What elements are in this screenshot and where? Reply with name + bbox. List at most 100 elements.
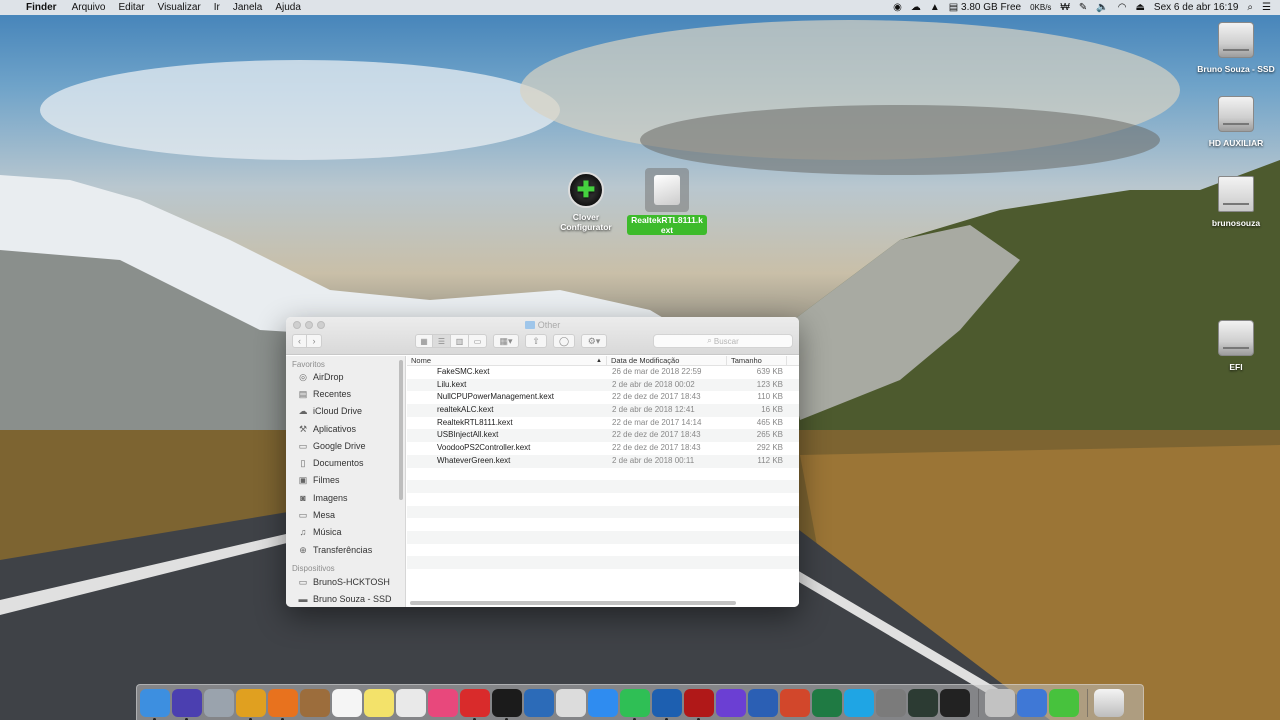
- share-button[interactable]: ⇧: [525, 334, 547, 348]
- menu-arquivo[interactable]: Arquivo: [72, 2, 106, 13]
- file-row-nullcpu[interactable]: NullCPUPowerManagement.kext 22 de dez de …: [407, 391, 799, 404]
- forward-button[interactable]: ›: [307, 334, 322, 348]
- notes-book-icon[interactable]: [300, 688, 330, 717]
- sidebar-item-aplicativos[interactable]: ⚒ Aplicativos: [286, 420, 405, 437]
- file-row-usbinjectall[interactable]: USBInjectAll.kext 22 de dez de 2017 18:43…: [407, 429, 799, 443]
- record-icon[interactable]: ◉: [893, 2, 902, 13]
- sidebar-item-icloud-drive[interactable]: ☁ iCloud Drive: [286, 403, 405, 420]
- gallery-view-button[interactable]: ▭: [469, 334, 487, 348]
- launchpad-icon[interactable]: [204, 688, 234, 717]
- file-row-fakesmc[interactable]: FakeSMC.kext 26 de mar de 2018 22:59 639 K…: [407, 366, 799, 379]
- audio-app-icon[interactable]: [524, 688, 554, 717]
- action-menu-button[interactable]: ⚙▾: [581, 334, 607, 348]
- sidebar-item-google-drive[interactable]: ▭ Google Drive: [286, 437, 405, 454]
- powerpoint-icon[interactable]: [780, 688, 810, 717]
- photos-icon[interactable]: [396, 688, 426, 717]
- file-row-realtekalc[interactable]: realtekALC.kext 2 de abr de 2018 12:41 16 …: [407, 404, 799, 417]
- clock[interactable]: Sex 6 de abr 16:19: [1154, 2, 1239, 13]
- sidebar-scrollbar[interactable]: [399, 360, 403, 500]
- column-header-size[interactable]: Tamanho: [727, 356, 787, 366]
- sidebar-item-recentes[interactable]: ▤ Recentes: [286, 385, 405, 402]
- column-header-date[interactable]: Data de Modificação: [607, 356, 727, 366]
- desktop-icon-clover-configurator[interactable]: Clover Configurator: [548, 172, 624, 232]
- desktop-icon-home[interactable]: brunosouza: [1191, 176, 1280, 228]
- scrobbler-icon[interactable]: [460, 688, 490, 720]
- firefox-icon[interactable]: [268, 688, 298, 720]
- disk-status-icon: ▤: [948, 2, 959, 13]
- menu-visualizar[interactable]: Visualizar: [158, 2, 201, 13]
- wifi-icon[interactable]: ◠: [1118, 2, 1127, 13]
- file-row-realtekrtl8111[interactable]: RealtekRTL8111.kext 22 de mar de 2017 14:…: [407, 417, 799, 430]
- sidebar-item-filmes[interactable]: ▣ Filmes: [286, 472, 405, 489]
- sidebar-item-computer[interactable]: ▭ BrunoS-HCKTOSH: [286, 573, 405, 590]
- desktop-icon-ssd[interactable]: Bruno Souza - SSD: [1191, 22, 1280, 74]
- google-drive-status-icon[interactable]: ▲: [930, 2, 940, 13]
- terminal-icon[interactable]: [940, 688, 970, 717]
- disk-utility-icon[interactable]: [985, 688, 1015, 717]
- sidebar-item-transferencias[interactable]: ⊕ Transferências: [286, 541, 405, 558]
- teamviewer-icon[interactable]: [652, 688, 682, 720]
- group-by-button[interactable]: ▦▾: [493, 334, 519, 348]
- scripting-icon[interactable]: ✎: [1079, 2, 1087, 13]
- column-view-button[interactable]: ▥: [451, 334, 469, 348]
- list-view-button[interactable]: ☰: [433, 334, 451, 348]
- clover-icon[interactable]: [1049, 688, 1079, 717]
- tags-button[interactable]: ◯: [553, 334, 575, 348]
- itunes-icon[interactable]: [428, 688, 458, 717]
- finder-icon[interactable]: [140, 688, 170, 720]
- excel-icon[interactable]: [812, 688, 842, 717]
- menu-editar[interactable]: Editar: [118, 2, 144, 13]
- menu-janela[interactable]: Janela: [233, 2, 262, 13]
- app-menu-finder[interactable]: Finder: [26, 2, 57, 13]
- desktop-icon-realtek-kext[interactable]: RealtekRTL8111.kext: [626, 168, 708, 236]
- sidebar-item-musica[interactable]: ♫ Música: [286, 524, 405, 541]
- menu-ir[interactable]: Ir: [214, 2, 220, 13]
- imovie-star-icon[interactable]: [716, 688, 746, 717]
- calendar-icon[interactable]: [332, 688, 362, 717]
- sidebar-item-airdrop[interactable]: ◎ AirDrop: [286, 368, 405, 385]
- spotlight-search-icon[interactable]: ⌕: [1247, 2, 1253, 13]
- siri-icon[interactable]: [172, 688, 202, 720]
- finder-window[interactable]: Other ‹ › ▦ ☰ ▥ ▭ ▦▾ ⇧ ◯ ⚙▾ ⌕ Buscar Fav…: [286, 317, 799, 607]
- empty-row: [407, 556, 799, 569]
- app-store-icon[interactable]: [588, 688, 618, 717]
- whatsapp-icon[interactable]: [620, 688, 650, 720]
- menu-ajuda[interactable]: Ajuda: [275, 2, 301, 13]
- icon-view-button[interactable]: ▦: [415, 334, 433, 348]
- file-row-lilu[interactable]: Lilu.kext 2 de abr de 2018 00:02 123 KB: [407, 378, 799, 392]
- title-bar[interactable]: Other ‹ › ▦ ☰ ▥ ▭ ▦▾ ⇧ ◯ ⚙▾ ⌕ Buscar: [286, 317, 799, 355]
- desktop-icon-hd-auxiliar[interactable]: HD AUXILIAR: [1191, 96, 1280, 148]
- game-icon[interactable]: [684, 688, 714, 720]
- column-header-name[interactable]: Nome ▲: [407, 356, 607, 366]
- sidebar-item-documentos[interactable]: ▯ Documentos: [286, 454, 405, 471]
- sidebar-item-ssd[interactable]: ▬ Bruno Souza - SSD: [286, 591, 405, 607]
- disk-free-status[interactable]: ▤ 3.80 GB Free: [949, 2, 1021, 13]
- notification-center-icon[interactable]: ☰: [1262, 2, 1271, 13]
- hard-drive-icon: [1218, 22, 1254, 58]
- file-row-whatevergreen[interactable]: WhateverGreen.kext 2 de abr de 2018 00:11…: [407, 454, 799, 468]
- system-preferences-icon[interactable]: [876, 688, 906, 717]
- back-button[interactable]: ‹: [292, 334, 307, 348]
- eject-icon[interactable]: ⏏: [1135, 2, 1144, 13]
- sidebar-item-imagens[interactable]: ◙ Imagens: [286, 489, 405, 506]
- desktop-icon-efi[interactable]: EFI: [1191, 320, 1280, 372]
- window-title: Other: [286, 320, 799, 330]
- cloud-sync-icon[interactable]: ☁: [911, 2, 921, 13]
- virtualbox-icon[interactable]: [556, 688, 586, 717]
- skype-icon[interactable]: [844, 688, 874, 717]
- activity-icon[interactable]: [492, 688, 522, 720]
- dock: [136, 684, 1144, 720]
- search-field[interactable]: ⌕ Buscar: [653, 334, 793, 348]
- downloads-app-icon[interactable]: [1017, 688, 1047, 717]
- chrome-icon[interactable]: [236, 688, 266, 720]
- input-source-icon[interactable]: ₩: [1060, 2, 1069, 13]
- stickies-icon[interactable]: [364, 688, 394, 717]
- network-speed[interactable]: 0KB/s: [1030, 4, 1051, 12]
- sidebar-item-mesa[interactable]: ▭ Mesa: [286, 506, 405, 523]
- file-row-voodoops2[interactable]: VoodooPS2Controller.kext 22 de dez de 201…: [407, 442, 799, 455]
- word-icon[interactable]: [748, 688, 778, 717]
- trash-icon[interactable]: [1094, 688, 1124, 717]
- activity-monitor-icon[interactable]: [908, 688, 938, 717]
- volume-icon[interactable]: 🔈: [1096, 2, 1108, 13]
- horizontal-scrollbar[interactable]: [410, 601, 736, 605]
